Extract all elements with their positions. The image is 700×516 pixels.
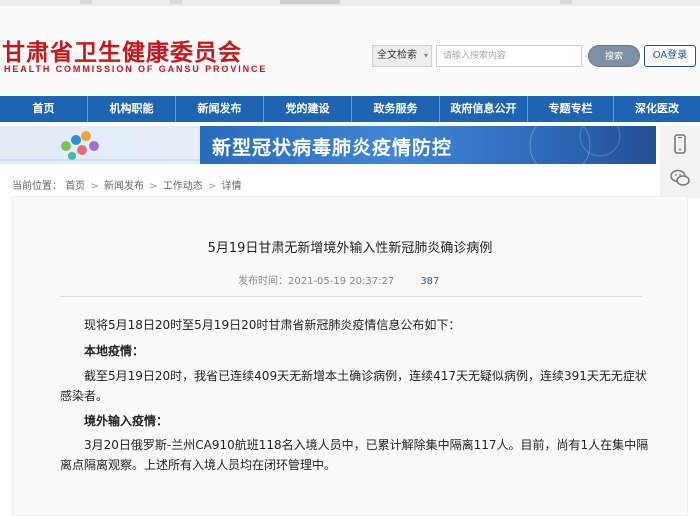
site-name-cn[interactable]: 甘肃省卫生健康委员会 — [2, 33, 242, 67]
nav-item-reform[interactable]: 深化医改 — [614, 96, 700, 122]
banner-title: 新型冠状病毒肺炎疫情防控 — [212, 137, 453, 159]
meta-divider — [60, 296, 642, 297]
article-paragraph: 截至5月19日20时，我省已连续409天无新增本土确诊病例，连续417天无疑似病… — [60, 369, 647, 403]
virus-dot-icon — [81, 131, 91, 141]
nav-item-topics[interactable]: 专题专栏 — [528, 96, 614, 122]
breadcrumb-separator: > — [207, 181, 217, 192]
article-paragraph: 现将5月18日20时至5月19日20时甘肃省新冠肺炎疫情信息公布如下： — [84, 318, 461, 332]
article-subheading: 境外输入疫情： — [84, 414, 169, 428]
nav-item-news[interactable]: 新闻发布 — [176, 96, 264, 122]
side-toolbar — [660, 126, 700, 198]
nav-item-disclosure[interactable]: 政府信息公开 — [440, 96, 528, 122]
virus-dot-icon — [77, 145, 87, 155]
nav-item-party[interactable]: 党的建设 — [264, 96, 352, 122]
search-scope-select[interactable]: 全文检索 ▾ — [372, 45, 432, 67]
chevron-down-icon: ▾ — [423, 51, 428, 60]
wechat-icon[interactable] — [668, 166, 692, 190]
article-title: 5月19日甘肃无新增境外输入性新冠肺炎确诊病例 — [207, 241, 493, 256]
breadcrumb: 当前位置： 首页 > 新闻发布 > 工作动态 > 详情 — [12, 177, 241, 192]
breadcrumb-label: 当前位置： — [12, 181, 62, 192]
view-count: 387 — [420, 276, 440, 287]
search-scope-label: 全文检索 — [377, 50, 417, 61]
article-subheading: 本地疫情： — [84, 344, 145, 358]
search-input[interactable] — [436, 45, 582, 67]
breadcrumb-detail: 详情 — [221, 181, 242, 192]
search-button[interactable]: 搜索 — [588, 45, 640, 67]
article-meta: 发布时间：2021-05-19 20:37:27 387 — [238, 272, 439, 287]
breadcrumb-separator: > — [90, 181, 99, 192]
tab-marker — [560, 0, 572, 4]
breadcrumb-separator: > — [149, 181, 158, 192]
main-nav: 首页 机构职能 新闻发布 党的建设 政务服务 政府信息公开 专题专栏 深化医改 — [0, 96, 700, 122]
covid-banner[interactable]: 新型冠状病毒肺炎疫情防控 — [0, 126, 656, 164]
breadcrumb-work[interactable]: 工作动态 — [163, 181, 203, 192]
virus-dot-icon — [71, 135, 81, 145]
tab-marker — [170, 0, 182, 4]
breadcrumb-news[interactable]: 新闻发布 — [104, 181, 144, 192]
mobile-phone-icon[interactable] — [668, 132, 692, 156]
tab-marker — [280, 0, 340, 4]
virus-dot-icon — [61, 141, 71, 151]
article-paragraph: 3月20日俄罗斯-兰州CA910航班118名入境人员中，已累计解除集中隔离117… — [60, 438, 649, 472]
virus-dot-icon — [89, 141, 99, 151]
site-header: 甘肃省卫生健康委员会 HEALTH COMMISSION OF GANSU PR… — [0, 6, 700, 96]
site-name-en: HEALTH COMMISSION OF GANSU PROVINCE — [4, 64, 268, 74]
virus-dot-icon — [68, 152, 76, 160]
publish-time-label: 发布时间： — [238, 276, 288, 287]
nav-item-functions[interactable]: 机构职能 — [88, 96, 176, 122]
publish-time: 2021-05-19 20:37:27 — [288, 276, 395, 287]
oa-login-button[interactable]: OA登录 — [644, 45, 696, 67]
nav-item-home[interactable]: 首页 — [0, 96, 88, 122]
nav-item-services[interactable]: 政务服务 — [352, 96, 440, 122]
breadcrumb-home[interactable]: 首页 — [65, 181, 85, 192]
tab-marker — [80, 0, 92, 4]
